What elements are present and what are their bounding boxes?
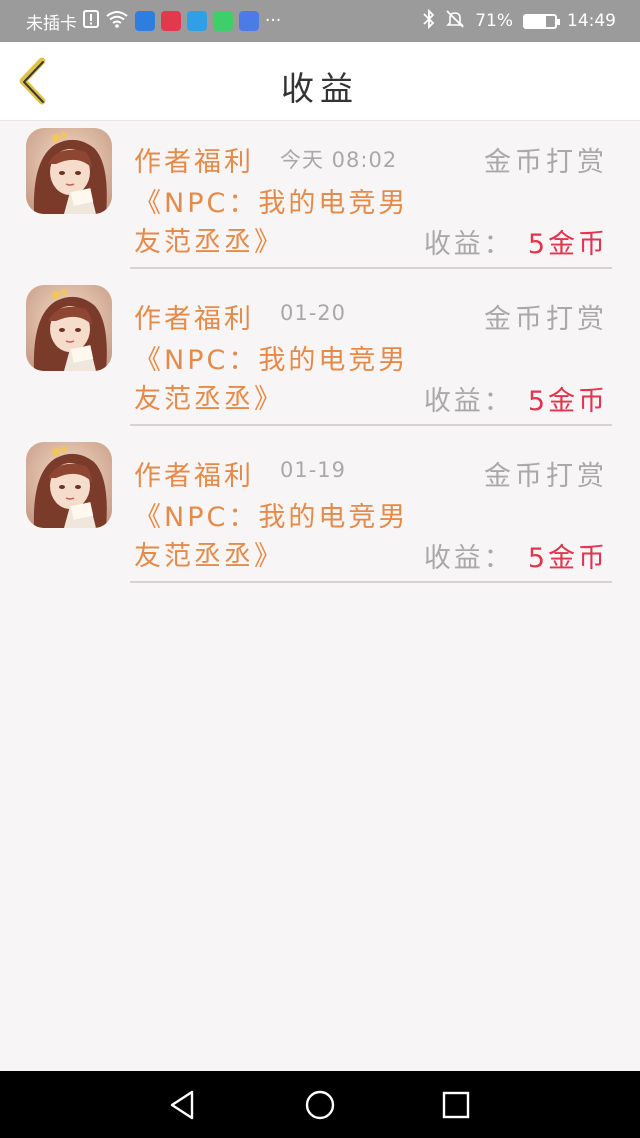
record-time: 今天 08:02 [280,148,398,172]
divider [130,267,612,269]
record-book-title: 《NPC：我的电竞男友范丞丞》 [134,188,409,258]
income-record[interactable]: 作者福利 01-19 金币打赏 《NPC：我的电竞男友范丞丞》 收益： 5金币 [0,442,640,599]
wifi-icon [105,10,129,33]
record-source: 作者福利 [134,147,254,178]
income-label: 收益： [423,543,514,574]
video-app-icon [135,11,155,31]
record-type: 金币打赏 [484,147,608,178]
browser-app-icon [187,11,207,31]
divider [130,424,612,426]
record-type: 金币打赏 [484,304,608,335]
income-value: 5金币 [527,386,608,417]
author-avatar [26,285,112,371]
income-list: 作者福利 今天 08:02 金币打赏 《NPC：我的电竞男友范丞丞》 收益： 5金… [0,128,640,599]
play-app-icon [213,11,233,31]
battery-percent: 71% [475,11,513,31]
record-income: 收益： 5金币 [424,536,608,575]
status-bar: 未插卡 ··· 71% 14:49 [0,0,640,42]
record-book-title: 《NPC：我的电竞男友范丞丞》 [134,502,409,572]
battery-level [525,15,547,27]
bluetooth-icon [423,8,435,34]
clock: 14:49 [567,11,616,31]
record-source: 作者福利 [134,304,254,335]
circle-home-icon [305,1090,335,1120]
record-time: 01-19 [280,458,347,482]
page-title: 收益 [281,69,359,108]
nav-back-button[interactable] [167,1089,199,1121]
carrier-text: 未插卡 [26,13,77,34]
record-book-title: 《NPC：我的电竞男友范丞丞》 [134,345,409,415]
system-nav-bar [0,1071,640,1138]
record-income: 收益： 5金币 [424,379,608,418]
income-record[interactable]: 作者福利 今天 08:02 金币打赏 《NPC：我的电竞男友范丞丞》 收益： 5金… [0,128,640,285]
mute-bell-icon [445,9,465,34]
income-value: 5金币 [527,229,608,260]
record-time: 01-20 [280,301,347,325]
music-app-icon [239,11,259,31]
author-avatar [26,442,112,528]
nav-recents-button[interactable] [440,1089,472,1121]
income-label: 收益： [423,229,514,260]
record-source: 作者福利 [134,461,254,492]
battery-icon [523,13,560,29]
income-label: 收益： [423,386,514,417]
record-income: 收益： 5金币 [424,222,608,261]
sing-app-icon [161,11,181,31]
nav-home-button[interactable] [304,1089,336,1121]
header: 收益 [0,42,640,121]
more-notifications: ··· [265,11,282,31]
income-record[interactable]: 作者福利 01-20 金币打赏 《NPC：我的电竞男友范丞丞》 收益： 5金币 [0,285,640,442]
divider [130,581,612,583]
sim-alert-icon [83,10,99,32]
income-value: 5金币 [527,543,608,574]
square-recents-icon [442,1091,470,1119]
record-type: 金币打赏 [484,461,608,492]
triangle-back-icon [170,1090,194,1120]
author-avatar [26,128,112,214]
